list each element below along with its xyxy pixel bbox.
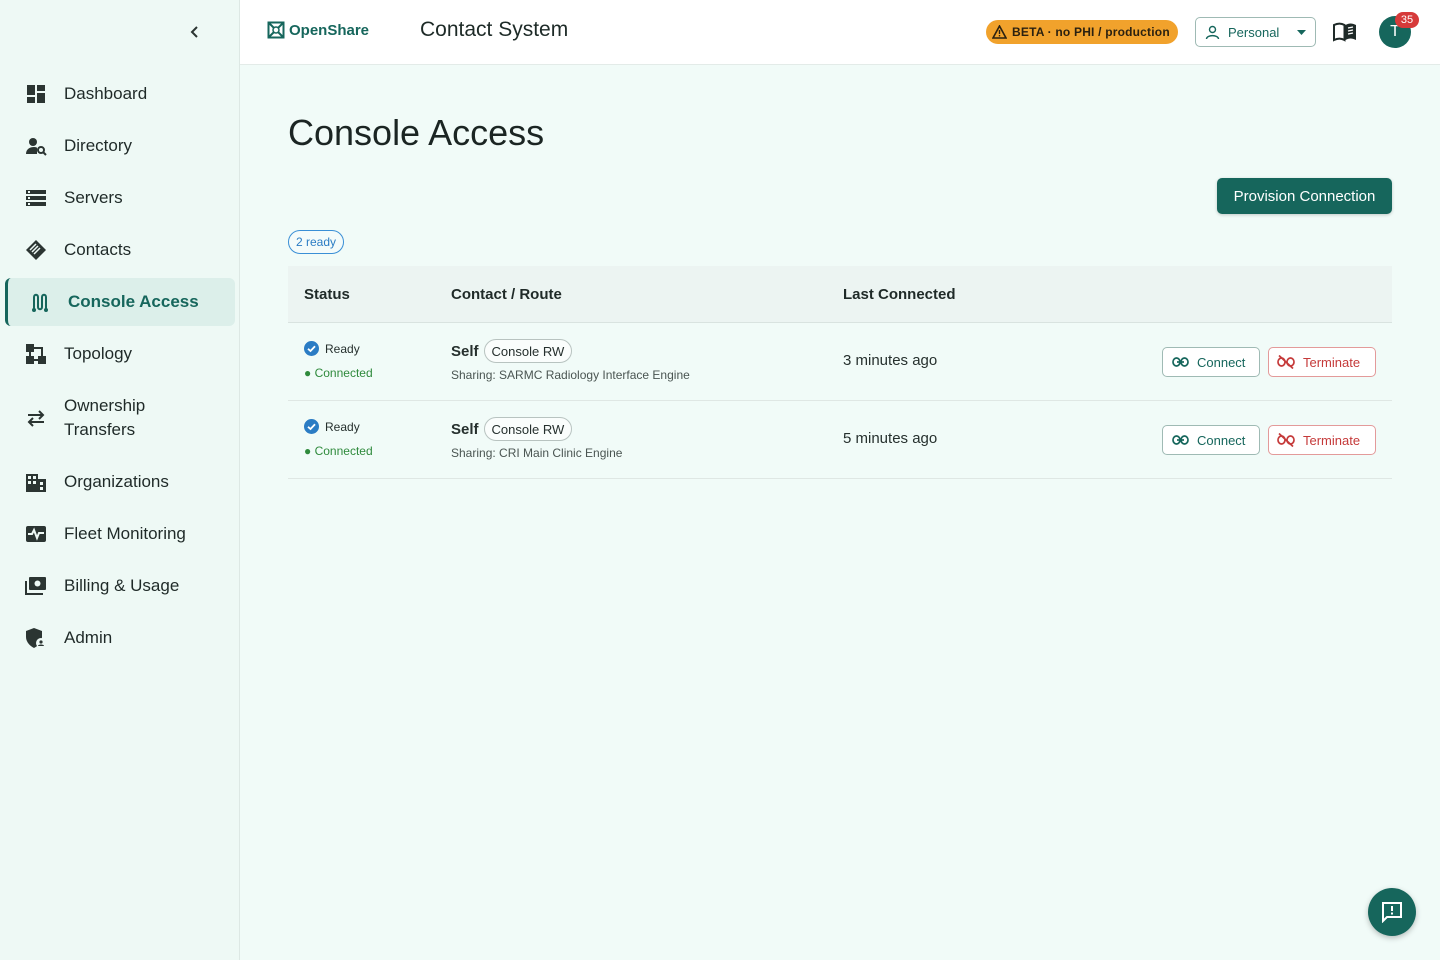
page-title: Console Access xyxy=(288,112,545,153)
server-list-icon xyxy=(25,187,47,209)
sidebar-item-label: Dashboard xyxy=(64,84,148,103)
sidebar-item-label: Admin xyxy=(64,628,113,647)
status-label: Ready xyxy=(325,341,360,356)
sidebar-item-label: Fleet Monitoring xyxy=(64,524,186,543)
admin-shield-icon xyxy=(25,627,47,649)
link-icon xyxy=(1172,435,1189,445)
collapse-sidebar-button[interactable] xyxy=(182,20,208,44)
contact-name: Self xyxy=(451,342,479,360)
terminate-button[interactable]: Terminate xyxy=(1268,347,1376,377)
sidebar-item-contacts[interactable]: Contacts xyxy=(5,226,235,274)
terminate-label: Terminate xyxy=(1303,354,1361,370)
topology-icon xyxy=(25,343,47,365)
table-row: Ready ● Connected Self Console RW Sharin… xyxy=(288,323,1392,401)
connections-table: Status Contact / Route Last Connected Re… xyxy=(288,266,1392,479)
warning-icon xyxy=(992,25,1007,39)
check-circle-icon xyxy=(304,419,319,434)
connection-state: ● Connected xyxy=(304,366,373,380)
last-connected: 3 minutes ago xyxy=(843,352,938,369)
contacts-icon xyxy=(25,239,47,261)
sharing-target: Sharing: CRI Main Clinic Engine xyxy=(451,446,623,460)
route-tag: Console RW xyxy=(483,417,573,441)
sidebar-item-label: Ownership Transfers xyxy=(64,396,146,439)
sidebar-item-ownership-transfers[interactable]: Ownership Transfers xyxy=(5,382,235,454)
column-last-connected[interactable]: Last Connected xyxy=(843,286,956,303)
notification-badge: 35 xyxy=(1395,12,1419,28)
status-ready: Ready xyxy=(304,341,360,356)
table-header: Status Contact / Route Last Connected xyxy=(288,266,1392,323)
docs-button[interactable] xyxy=(1332,20,1358,49)
connection-state: ● Connected xyxy=(304,444,373,458)
person-icon xyxy=(1205,25,1220,39)
table-row: Ready ● Connected Self Console RW Sharin… xyxy=(288,401,1392,479)
brand-name: OpenShare xyxy=(289,21,370,39)
beta-badge: BETA · no PHI / production xyxy=(986,20,1178,44)
connect-label: Connect xyxy=(1197,354,1246,370)
sidebar-item-topology[interactable]: Topology xyxy=(5,330,235,378)
workspace-select[interactable]: Personal xyxy=(1195,17,1316,47)
transfer-arrows-icon xyxy=(25,407,47,429)
connect-label: Connect xyxy=(1197,432,1246,448)
sidebar: Dashboard Directory Servers Contacts Con… xyxy=(0,0,240,960)
provision-connection-button[interactable]: Provision Connection xyxy=(1217,178,1392,214)
billing-icon xyxy=(25,575,47,597)
terminate-label: Terminate xyxy=(1303,432,1361,448)
column-contact-route[interactable]: Contact / Route xyxy=(451,286,562,303)
sidebar-item-console-access[interactable]: Console Access xyxy=(5,278,235,326)
terminate-button[interactable]: Terminate xyxy=(1268,425,1376,455)
connect-button[interactable]: Connect xyxy=(1162,347,1260,377)
top-header: OpenShare Contact System BETA · no PHI /… xyxy=(240,0,1440,65)
feedback-button[interactable] xyxy=(1368,888,1416,936)
contact-name: Self xyxy=(451,420,479,438)
link-off-icon xyxy=(1277,433,1295,447)
link-icon xyxy=(1172,357,1189,367)
check-circle-icon xyxy=(304,341,319,356)
console-route-icon xyxy=(29,291,51,313)
sidebar-item-label: Topology xyxy=(64,344,133,363)
monitor-pulse-icon xyxy=(25,523,47,545)
connect-button[interactable]: Connect xyxy=(1162,425,1260,455)
sidebar-item-billing[interactable]: Billing & Usage xyxy=(5,562,235,610)
caret-down-icon xyxy=(1297,30,1306,35)
sidebar-item-label: Servers xyxy=(64,188,123,207)
contact-cell: Self Console RW xyxy=(451,417,573,441)
dashboard-icon xyxy=(25,83,47,105)
sidebar-item-label: Console Access xyxy=(68,292,199,311)
last-connected: 5 minutes ago xyxy=(843,430,938,447)
openshare-logo-icon xyxy=(267,21,285,39)
contact-cell: Self Console RW xyxy=(451,339,573,363)
book-open-icon xyxy=(1333,22,1356,42)
sidebar-item-dashboard[interactable]: Dashboard xyxy=(5,70,235,118)
brand-logo[interactable]: OpenShare xyxy=(267,21,369,39)
ready-count-chip: 2 ready xyxy=(288,230,345,254)
sidebar-item-directory[interactable]: Directory xyxy=(5,122,235,170)
system-title: Contact System xyxy=(420,18,569,41)
chevron-left-icon xyxy=(190,26,198,38)
link-off-icon xyxy=(1277,355,1295,369)
feedback-icon xyxy=(1382,902,1402,923)
route-tag: Console RW xyxy=(483,339,573,363)
beta-label: BETA · no PHI / production xyxy=(1012,25,1170,39)
sidebar-item-fleet-monitoring[interactable]: Fleet Monitoring xyxy=(5,510,235,558)
sharing-target: Sharing: SARMC Radiology Interface Engin… xyxy=(451,368,690,382)
status-label: Ready xyxy=(325,419,360,434)
sidebar-item-organizations[interactable]: Organizations xyxy=(5,458,235,506)
sidebar-item-label: Directory xyxy=(64,136,133,155)
sidebar-item-label: Contacts xyxy=(64,240,132,259)
sidebar-item-label: Billing & Usage xyxy=(64,576,180,595)
status-ready: Ready xyxy=(304,419,360,434)
sidebar-item-admin[interactable]: Admin xyxy=(5,614,235,662)
building-icon xyxy=(25,471,47,493)
person-search-icon xyxy=(25,135,47,157)
sidebar-item-servers[interactable]: Servers xyxy=(5,174,235,222)
column-status[interactable]: Status xyxy=(304,286,350,303)
sidebar-nav: Dashboard Directory Servers Contacts Con… xyxy=(0,70,240,666)
sidebar-item-label: Organizations xyxy=(64,472,169,491)
workspace-value: Personal xyxy=(1228,24,1280,40)
